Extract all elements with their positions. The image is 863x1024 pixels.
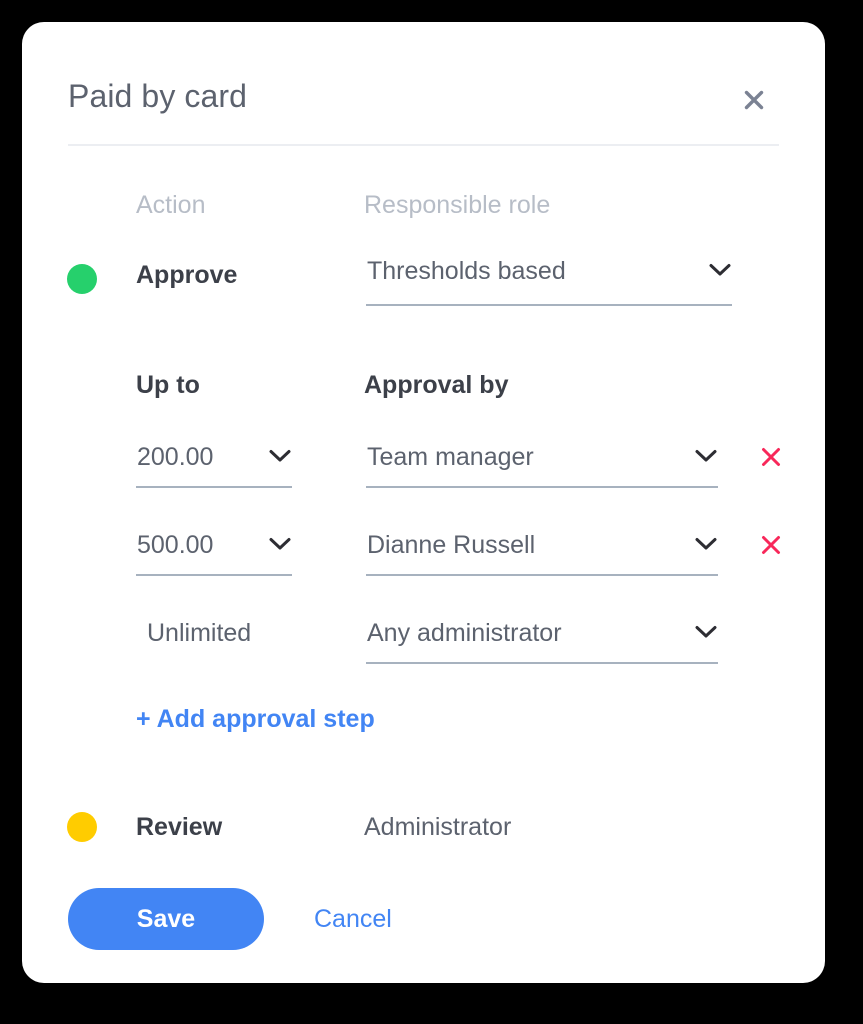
chevron-down-icon	[268, 448, 292, 468]
review-row: Review Administrator	[22, 806, 825, 850]
approver-select[interactable]: Team manager	[366, 440, 718, 488]
screen-background: Paid by card Action Responsible role App…	[0, 0, 863, 1024]
chevron-down-icon	[708, 262, 732, 282]
chevron-down-icon	[694, 536, 718, 556]
table-row: 500.00 Dianne Russell	[22, 528, 825, 590]
chevron-down-icon	[694, 448, 718, 468]
paid-by-card-dialog: Paid by card Action Responsible role App…	[22, 22, 825, 983]
responsible-role-select[interactable]: Thresholds based	[366, 254, 732, 306]
header-divider	[68, 144, 779, 146]
approver-value: Dianne Russell	[367, 531, 536, 559]
amount-value: 500.00	[137, 531, 214, 559]
column-header-action: Action	[136, 191, 206, 219]
chevron-down-icon	[268, 536, 292, 556]
subheader-approval-by: Approval by	[364, 371, 509, 399]
approver-select[interactable]: Dianne Russell	[366, 528, 718, 576]
dialog-footer: Save Cancel	[22, 888, 825, 968]
action-label-approve: Approve	[136, 261, 238, 289]
approver-value: Any administrator	[367, 619, 562, 647]
save-button[interactable]: Save	[68, 888, 264, 950]
table-row: 200.00 Team manager	[22, 440, 825, 502]
dialog-title: Paid by card	[68, 78, 248, 114]
approve-row: Approve Thresholds based	[22, 254, 825, 314]
add-approval-step-button[interactable]: + Add approval step	[136, 704, 375, 734]
table-row: Unlimited Any administrator	[22, 616, 825, 678]
column-headers: Action Responsible role	[22, 190, 825, 224]
subheader-up-to: Up to	[136, 371, 200, 399]
column-header-responsible-role: Responsible role	[364, 191, 551, 219]
amount-select[interactable]: 200.00	[136, 440, 292, 488]
cancel-button[interactable]: Cancel	[314, 904, 392, 934]
amount-value-static: Unlimited	[147, 619, 252, 647]
chevron-down-icon	[694, 624, 718, 644]
amount-select[interactable]: 500.00	[136, 528, 292, 576]
remove-approval-step-icon[interactable]	[756, 442, 786, 472]
review-role-value: Administrator	[364, 813, 512, 841]
remove-approval-step-icon[interactable]	[756, 530, 786, 560]
dialog-header: Paid by card	[22, 22, 825, 144]
status-dot-review	[67, 812, 97, 842]
action-label-review: Review	[136, 813, 223, 841]
responsible-role-value: Thresholds based	[367, 257, 566, 285]
approver-value: Team manager	[367, 443, 534, 471]
amount-value: 200.00	[137, 443, 214, 471]
approver-select[interactable]: Any administrator	[366, 616, 718, 664]
close-icon[interactable]	[732, 78, 776, 122]
status-dot-approve	[67, 264, 97, 294]
